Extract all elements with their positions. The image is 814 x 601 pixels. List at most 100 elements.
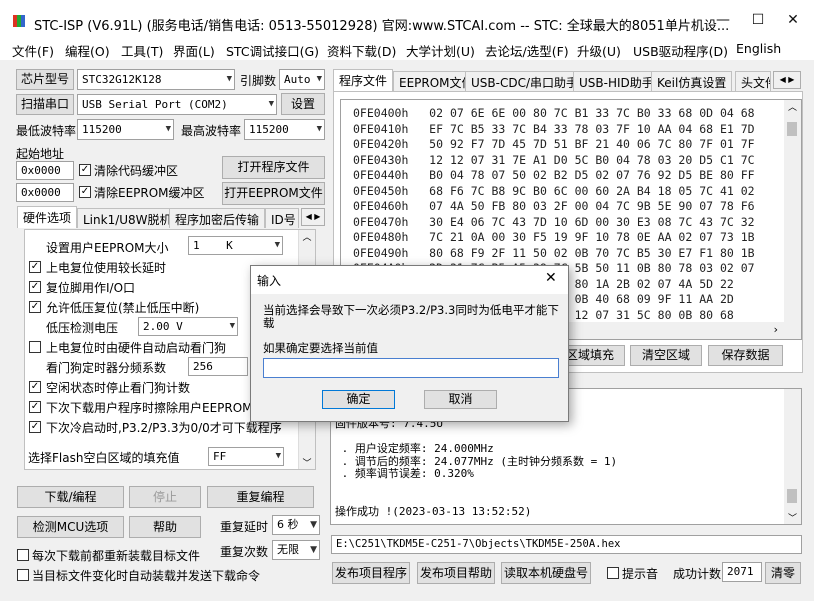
hex-bytes[interactable]: 80 68 F9 2F 11 50 02 0B 70 7C B5 30 E7 F… (429, 246, 754, 260)
beep-checkbox[interactable] (607, 567, 619, 579)
menu-downloads[interactable]: 资料下载(D) (327, 41, 396, 60)
dialog-close-icon[interactable]: ✕ (545, 270, 557, 286)
open-eeprom-file-button[interactable]: 打开EEPROM文件 (222, 182, 325, 205)
tab-keil-settings[interactable]: Keil仿真设置 (651, 71, 733, 91)
eeprom-size-select[interactable]: 1 K ▼ (188, 236, 283, 255)
window-title: STC-ISP (V6.91L) (服务电话/销售电话: 0513-550129… (34, 19, 730, 34)
watchdog-divider-select[interactable]: 256 (188, 357, 248, 376)
log-scrollbar[interactable]: ﹀ (784, 389, 801, 524)
hex-bytes[interactable]: EF 7C B5 33 7C B4 33 78 03 7F 10 AA 04 6… (429, 122, 754, 136)
close-button[interactable]: ✕ (778, 8, 808, 32)
tab-id-number[interactable]: ID号 (265, 208, 299, 228)
open-program-file-button[interactable]: 打开程序文件 (222, 156, 325, 179)
chip-model-select[interactable]: STC32G12K128 ▼ (77, 69, 235, 90)
repeat-delay-label: 重复延时 (220, 520, 269, 534)
eeprom-address-input[interactable]: 0x0000 (16, 183, 74, 202)
cancel-button[interactable]: 取消 (424, 390, 497, 409)
menu-upgrade[interactable]: 升级(U) (577, 41, 621, 60)
repeat-delay-select[interactable]: 6 秒 ▼ (272, 515, 320, 535)
clear-area-button[interactable]: 清空区域 (630, 345, 702, 366)
low-voltage-select[interactable]: 2.00 V ▼ (138, 317, 238, 336)
long-delay-checkbox[interactable]: ✓ (29, 261, 41, 273)
chevron-down-icon: ▼ (310, 545, 317, 555)
chevron-up-icon[interactable]: ︿ (299, 230, 315, 243)
app-logo-icon (12, 14, 26, 28)
save-data-button[interactable]: 保存数据 (708, 345, 783, 366)
hex-bytes[interactable]: 50 92 F7 7D 45 7D 51 BF 21 40 06 7C 80 7… (429, 137, 754, 151)
low-voltage-reset-checkbox[interactable]: ✓ (29, 301, 41, 313)
ok-button[interactable]: 确定 (322, 390, 395, 409)
menu-tools[interactable]: 工具(T) (121, 41, 163, 60)
flash-fill-select[interactable]: FF ▼ (208, 447, 284, 466)
maximize-button[interactable]: ☐ (743, 8, 773, 32)
clear-count-button[interactable]: 清零 (765, 562, 801, 584)
hex-bytes[interactable]: 30 E4 06 7C 43 7D 10 6D 00 30 E3 08 7C 4… (429, 215, 754, 229)
scroll-thumb[interactable] (787, 122, 797, 136)
file-path-field[interactable]: E:\C251\TKDM5E-C251-7\Objects\TKDM5E-250… (331, 535, 802, 554)
tab-encrypt-transfer[interactable]: 程序加密后传输 (169, 208, 266, 228)
auto-send-checkbox[interactable] (17, 569, 29, 581)
detect-mcu-button[interactable]: 检测MCU选项 (17, 516, 124, 538)
dialog-input[interactable] (263, 358, 559, 378)
code-address-input[interactable]: 0x0000 (16, 161, 74, 180)
chevron-up-icon[interactable]: ︿ (784, 100, 801, 113)
menu-debug-interface[interactable]: STC调试接口(G) (226, 41, 319, 60)
auto-watchdog-checkbox[interactable] (29, 341, 41, 353)
erase-eeprom-checkbox[interactable]: ✓ (29, 401, 41, 413)
max-baud-select[interactable]: 115200 ▼ (244, 119, 325, 140)
repeat-program-button[interactable]: 重复编程 (207, 486, 314, 508)
download-program-button[interactable]: 下载/编程 (17, 486, 124, 508)
tab-scroll-arrows[interactable]: ◀ ▶ (301, 208, 325, 226)
tab-link1-offline[interactable]: Link1/U8W脱机 (77, 208, 178, 228)
max-baud-label: 最高波特率 (181, 124, 242, 138)
scroll-thumb[interactable] (787, 489, 797, 503)
p32-p33-checkbox[interactable]: ✓ (29, 421, 41, 433)
hex-bytes[interactable]: 02 07 6E 6E 00 80 7C B1 33 7C B0 33 68 0… (429, 106, 754, 120)
low-voltage-reset-label: 允许低压复位(禁止低压中断) (46, 301, 200, 315)
stop-button[interactable]: 停止 (129, 486, 201, 508)
reload-file-checkbox[interactable] (17, 549, 29, 561)
min-baud-select[interactable]: 115200 ▼ (77, 119, 174, 140)
idle-stop-watchdog-checkbox[interactable]: ✓ (29, 381, 41, 393)
help-button[interactable]: 帮助 (129, 516, 201, 538)
minimize-button[interactable]: — (708, 8, 738, 32)
clear-eeprom-checkbox[interactable]: ✓ (79, 186, 91, 198)
hex-row: 0FE0430h 12 12 07 31 7E A1 D0 5C B0 04 7… (353, 153, 755, 167)
repeat-count-select[interactable]: 无限 ▼ (272, 540, 320, 560)
reset-pin-io-checkbox[interactable]: ✓ (29, 281, 41, 293)
tab-usb-hid[interactable]: USB-HID助手 (573, 71, 660, 91)
menu-university[interactable]: 大学计划(U) (406, 41, 475, 60)
menu-interface[interactable]: 界面(L) (173, 41, 215, 60)
menu-program[interactable]: 编程(O) (65, 41, 110, 60)
tab-label: 硬件选项 (23, 211, 72, 225)
publish-program-button[interactable]: 发布项目程序 (332, 562, 410, 584)
chip-model-button[interactable]: 芯片型号 (16, 69, 74, 90)
menu-usb-driver[interactable]: USB驱动程序(D) (633, 41, 728, 60)
tab-hardware-options[interactable]: 硬件选项 (17, 206, 78, 228)
hex-bytes[interactable]: 12 12 07 31 7E A1 D0 5C B0 04 78 03 20 D… (429, 153, 754, 167)
hex-bytes[interactable]: 07 4A 50 FB 80 03 2F 00 04 7C 9B 5E 90 0… (429, 199, 754, 213)
tab-usb-cdc[interactable]: USB-CDC/串口助手 (465, 71, 585, 91)
menu-english[interactable]: English (736, 41, 781, 56)
options-tab-strip: 硬件选项 Link1/U8W脱机 程序加密后传输 ID号 ◀ ▶ (17, 206, 327, 230)
chevron-down-icon[interactable]: ﹀ (784, 511, 801, 524)
hex-bytes[interactable]: 7C 21 0A 00 30 F5 19 9F 10 78 0E AA 02 0… (429, 230, 754, 244)
tab-scroll-arrows[interactable]: ◀ ▶ (773, 71, 801, 89)
erase-eeprom-label: 下次下载用户程序时擦除用户EEPROM区 (46, 401, 265, 415)
hex-vertical-scrollbar[interactable]: ︿ (784, 100, 801, 322)
pin-count-select[interactable]: Auto ▼ (279, 69, 325, 90)
menu-forum[interactable]: 去论坛/选型(F) (485, 41, 569, 60)
read-disk-id-button[interactable]: 读取本机硬盘号 (501, 562, 591, 584)
clear-code-checkbox[interactable]: ✓ (79, 164, 91, 176)
chevron-right-icon[interactable]: › (772, 323, 779, 336)
tab-program-file[interactable]: 程序文件 (333, 69, 394, 91)
chevron-down-icon[interactable]: ﹀ (299, 456, 315, 469)
scan-port-button[interactable]: 扫描串口 (16, 94, 74, 115)
menu-file[interactable]: 文件(F) (12, 41, 54, 60)
settings-button[interactable]: 设置 (281, 93, 325, 115)
tab-header-file[interactable]: 头文件 (735, 71, 771, 91)
hex-bytes[interactable]: 68 F6 7C B8 9C B0 6C 00 60 2A B4 18 05 7… (429, 184, 754, 198)
hex-bytes[interactable]: B0 04 78 07 50 02 B2 D5 02 07 76 92 D5 B… (429, 168, 754, 182)
publish-help-button[interactable]: 发布项目帮助 (417, 562, 495, 584)
serial-port-select[interactable]: USB Serial Port (COM2) ▼ (77, 94, 277, 115)
